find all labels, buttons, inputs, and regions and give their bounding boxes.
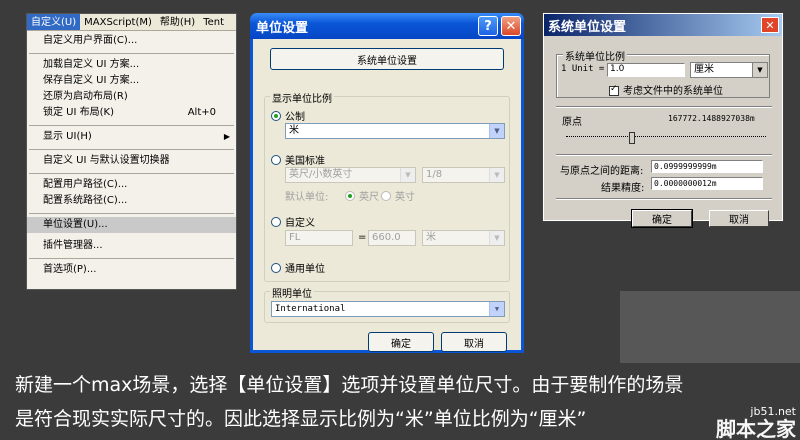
menubar-help[interactable]: 帮助(H)	[156, 14, 199, 30]
help-button[interactable]: ?	[478, 16, 498, 36]
radio-icon	[271, 216, 281, 227]
tutorial-caption: 新建一个max场景，选择【单位设置】选项并设置单位尺寸。由于要制作的场景 是符合…	[0, 362, 800, 440]
menu-item-revert-layout[interactable]: 还原为启动布局(R)	[27, 89, 236, 105]
us-standard-select[interactable]: 英尺/小数英寸 ▼	[285, 167, 416, 183]
radio-icon	[271, 154, 281, 165]
inches-radio[interactable]: 英寸	[381, 188, 415, 203]
radio-icon	[381, 190, 391, 201]
menu-item-ui-switcher[interactable]: 自定义 UI 与默认设置切换器	[27, 153, 236, 169]
lighting-units-group: 照明单位 International ▼	[264, 285, 510, 323]
lighting-units-select[interactable]: International ▼	[271, 301, 505, 317]
dropdown-arrow-icon: ▼	[489, 168, 504, 182]
menu-divider	[29, 213, 234, 214]
origin-value: 167772.1488927038m	[668, 114, 755, 123]
menu-item-user-paths[interactable]: 配置用户路径(C)...	[27, 177, 236, 193]
equals-label: =	[358, 232, 367, 243]
menu-item-preferences[interactable]: 首选项(P)...	[27, 262, 236, 278]
group-legend: 显示单位比例	[270, 90, 334, 105]
watermark-name: 脚本之家	[716, 417, 796, 440]
system-units-setup-button[interactable]: 系统单位设置	[270, 48, 504, 70]
group-legend: 系统单位比例	[563, 48, 627, 63]
dropdown-arrow-icon: ▼	[489, 302, 504, 316]
unit-type-select[interactable]: 厘米 ▼	[690, 62, 768, 78]
customize-menu: 自定义(U) MAXScript(M) 帮助(H) Tent 自定义用户界面(C…	[26, 13, 237, 290]
menubar-tent[interactable]: Tent	[199, 14, 228, 30]
cancel-button[interactable]: 取消	[709, 210, 769, 227]
menu-divider	[29, 173, 234, 174]
dialog-titlebar: 系统单位设置 ✕	[544, 14, 782, 36]
dialog-titlebar: 单位设置 ? ✕	[250, 13, 524, 39]
default-units-label: 默认单位:	[285, 192, 329, 203]
unit-label: 1 Unit =	[561, 64, 605, 74]
caption-line-2: 是符合现实实际尺寸的。因此选择显示比例为“米”单位比例为“厘米”	[15, 408, 587, 430]
checkbox-checked-icon	[609, 84, 619, 96]
group-legend: 照明单位	[270, 285, 314, 300]
menu-item-system-paths[interactable]: 配置系统路径(C)...	[27, 193, 236, 209]
us-standard-radio[interactable]: 美国标准	[271, 152, 325, 167]
menu-bar: 自定义(U) MAXScript(M) 帮助(H) Tent	[27, 14, 236, 31]
origin-ruler	[566, 129, 766, 137]
unit-value-field[interactable]: 1.0	[607, 63, 685, 77]
divider	[556, 106, 772, 108]
menu-divider	[29, 53, 234, 54]
radio-checked-icon	[271, 110, 281, 121]
menu-item-save-ui-scheme[interactable]: 保存自定义 UI 方案...	[27, 73, 236, 89]
ok-button[interactable]: 确定	[631, 209, 693, 228]
divider	[556, 154, 772, 156]
menu-item-load-ui-scheme[interactable]: 加载自定义 UI 方案...	[27, 57, 236, 73]
radio-checked-icon	[345, 190, 355, 201]
respect-system-units-checkbox[interactable]: 考虑文件中的系统单位	[609, 82, 723, 97]
menu-divider	[29, 258, 234, 259]
precision-field: 0.0000000012m	[651, 177, 763, 190]
feet-radio[interactable]: 英尺	[345, 188, 379, 203]
menu-item-show-ui[interactable]: 显示 UI(H) ▶	[27, 129, 236, 145]
dialog-title: 单位设置	[256, 20, 309, 36]
menu-item-customize-ui[interactable]: 自定义用户界面(C)...	[27, 33, 236, 49]
shortcut-label: Alt+0	[187, 107, 216, 118]
menubar-maxscript[interactable]: MAXScript(M)	[80, 14, 156, 30]
custom-unit-select[interactable]: 米 ▼	[422, 230, 505, 246]
dropdown-arrow-icon: ▼	[489, 124, 504, 138]
metric-radio[interactable]: 公制	[271, 108, 305, 123]
dropdown-arrow-icon: ▼	[400, 168, 415, 182]
divider	[556, 198, 772, 200]
origin-slider-thumb[interactable]	[629, 132, 635, 144]
menu-dropdown: 自定义用户界面(C)... 加载自定义 UI 方案... 保存自定义 UI 方案…	[27, 31, 236, 280]
cancel-button[interactable]: 取消	[441, 332, 507, 352]
distance-label: 与原点之间的距离:	[560, 166, 644, 177]
menubar-customize[interactable]: 自定义(U)	[27, 14, 81, 30]
menu-item-units-setup[interactable]: 单位设置(U)...	[27, 217, 236, 233]
us-fraction-select[interactable]: 1/8 ▼	[422, 167, 505, 183]
menu-divider	[29, 149, 234, 150]
custom-name-field[interactable]: FL	[285, 230, 353, 246]
system-unit-scale-group: 系统单位比例 1 Unit = 1.0 厘米▼ 考虑文件中的系统单位	[556, 48, 770, 98]
close-button[interactable]: ✕	[501, 16, 521, 36]
caption-line-1: 新建一个max场景，选择【单位设置】选项并设置单位尺寸。由于要制作的场景	[15, 374, 684, 396]
menu-divider	[29, 125, 234, 126]
background-panel	[620, 291, 800, 363]
system-unit-setup-dialog: 系统单位设置 ✕ 系统单位比例 1 Unit = 1.0 厘米▼ 考虑文件中的系…	[542, 12, 784, 228]
units-setup-dialog: 单位设置 ? ✕ 系统单位设置 显示单位比例 公制 米 ▼ 美国标准 英尺/小数英…	[250, 13, 524, 353]
distance-field: 0.0999999999m	[651, 160, 763, 173]
ok-button[interactable]: 确定	[368, 332, 434, 352]
menu-item-plugin-manager[interactable]: 插件管理器...	[27, 238, 236, 254]
close-button[interactable]: ✕	[761, 17, 779, 33]
dropdown-arrow-icon: ▼	[752, 63, 767, 77]
dropdown-arrow-icon: ▼	[489, 231, 504, 245]
menu-item-lock-ui-layout[interactable]: 锁定 UI 布局(K) Alt+0	[27, 105, 236, 121]
submenu-arrow-icon: ▶	[223, 132, 230, 141]
metric-select[interactable]: 米 ▼	[285, 123, 505, 139]
site-watermark: jb51.net 脚本之家	[716, 406, 796, 440]
radio-icon	[271, 262, 281, 273]
custom-value-field[interactable]: 660.0	[368, 230, 416, 246]
display-unit-scale-group: 显示单位比例 公制 米 ▼ 美国标准 英尺/小数英寸 ▼ 1/8 ▼ 默认单位: 英尺…	[264, 90, 510, 282]
precision-label: 结果精度:	[601, 183, 645, 194]
origin-label: 原点	[562, 117, 582, 128]
custom-radio[interactable]: 自定义	[271, 214, 315, 229]
dialog-body: 系统单位设置 显示单位比例 公制 米 ▼ 美国标准 英尺/小数英寸 ▼ 1/8 ▼ 默…	[253, 39, 521, 352]
dialog-title: 系统单位设置	[548, 19, 627, 35]
dialog-body: 系统单位比例 1 Unit = 1.0 厘米▼ 考虑文件中的系统单位 原点 16…	[544, 36, 782, 228]
generic-units-radio[interactable]: 通用单位	[271, 260, 325, 275]
